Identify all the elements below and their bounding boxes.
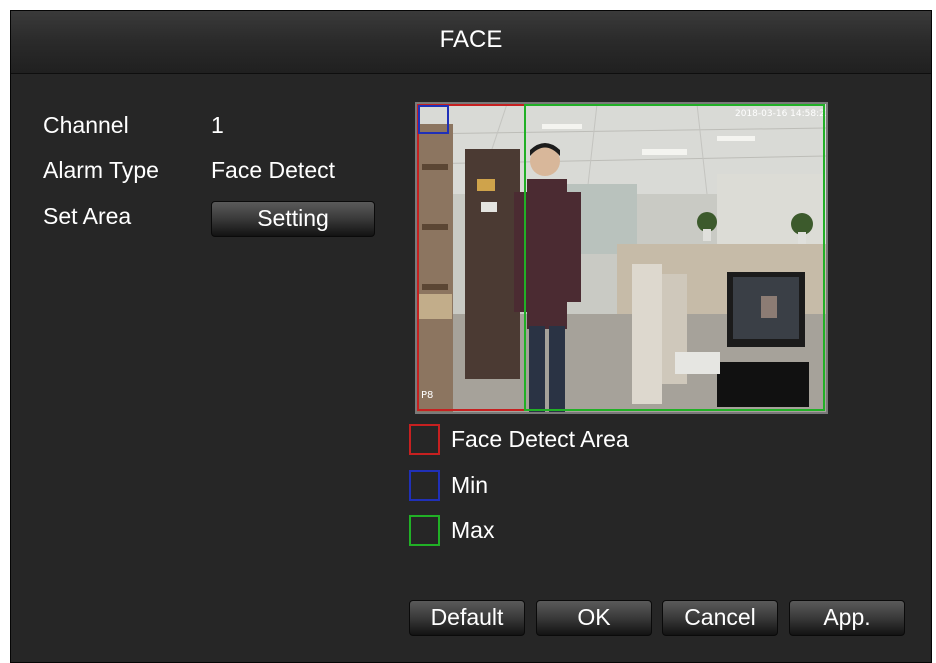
face-dialog: FACE Channel 1 Alarm Type Face Detect Se… [10,10,932,663]
default-button[interactable]: Default [409,600,525,636]
cancel-button[interactable]: Cancel [662,600,778,636]
preview-timestamp: 2018-03-16 14:58:22 [735,109,826,119]
preview-camera-id: P8 [421,390,433,401]
alarm-type-value[interactable]: Face Detect [211,157,335,184]
setting-button[interactable]: Setting [211,201,375,237]
channel-label: Channel [43,112,129,138]
channel-value[interactable]: 1 [211,112,224,139]
max-legend-swatch [409,515,440,546]
ok-button[interactable]: OK [536,600,652,636]
title-bar: FACE [11,11,931,74]
alarm-type-label: Alarm Type [43,157,159,183]
preview-scene: 2018-03-16 14:58:22 P8 [417,104,826,412]
min-legend-swatch [409,470,440,501]
apply-button[interactable]: App. [789,600,905,636]
face-detect-area-legend-swatch [409,424,440,455]
max-legend-label: Max [451,517,495,543]
face-detect-area-legend-label: Face Detect Area [451,426,629,452]
camera-preview[interactable]: 2018-03-16 14:58:22 P8 [415,102,828,414]
dialog-title: FACE [439,26,503,53]
set-area-label: Set Area [43,203,132,229]
min-legend-label: Min [451,472,489,498]
